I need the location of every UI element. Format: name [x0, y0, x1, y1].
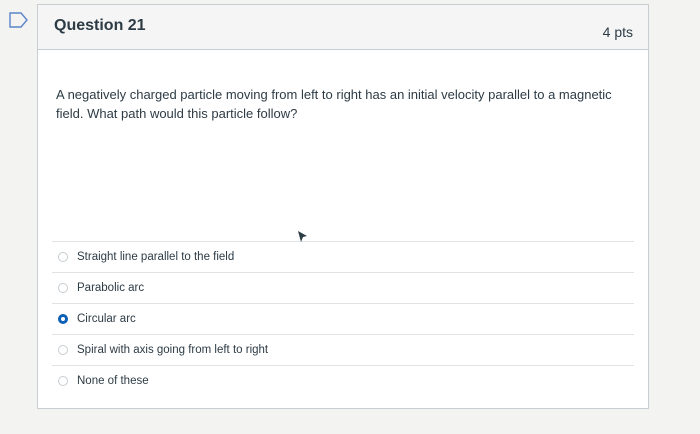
- answer-label[interactable]: Circular arc: [77, 313, 136, 325]
- radio-button[interactable]: [58, 283, 68, 293]
- answer-label[interactable]: Straight line parallel to the field: [77, 251, 234, 263]
- radio-button[interactable]: [58, 376, 68, 386]
- answer-label[interactable]: Parabolic arc: [77, 282, 144, 294]
- answer-label[interactable]: Spiral with axis going from left to righ…: [77, 344, 268, 356]
- question-points: 4 pts: [602, 24, 633, 40]
- answer-label[interactable]: None of these: [77, 375, 149, 387]
- radio-button[interactable]: [58, 252, 68, 262]
- radio-button[interactable]: [58, 345, 68, 355]
- answer-option[interactable]: Circular arc: [52, 303, 634, 334]
- question-header: Question 21 4 pts: [38, 5, 648, 50]
- answer-list: Straight line parallel to the field Para…: [52, 241, 634, 396]
- question-text: A negatively charged particle moving fro…: [56, 87, 612, 121]
- flag-question-icon[interactable]: [9, 12, 29, 28]
- mouse-cursor-icon: [298, 231, 307, 242]
- answer-option[interactable]: Spiral with axis going from left to righ…: [52, 334, 634, 365]
- answer-option[interactable]: Straight line parallel to the field: [52, 241, 634, 272]
- question-title: Question 21: [54, 17, 146, 34]
- quiz-page: Question 21 4 pts A negatively charged p…: [0, 0, 700, 434]
- radio-button-selected[interactable]: [58, 314, 68, 324]
- answer-option[interactable]: Parabolic arc: [52, 272, 634, 303]
- answer-option[interactable]: None of these: [52, 365, 634, 396]
- question-card: Question 21 4 pts A negatively charged p…: [37, 4, 649, 409]
